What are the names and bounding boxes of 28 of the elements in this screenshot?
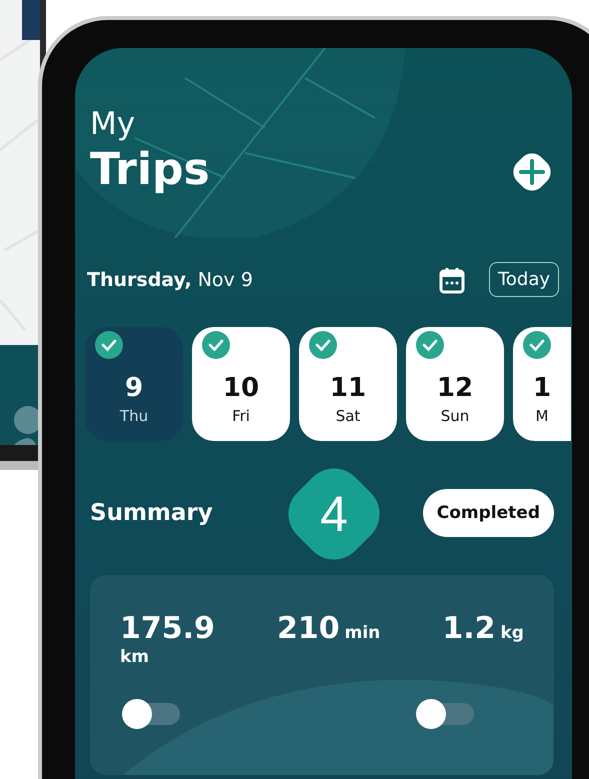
weekday-label: Thu — [120, 406, 148, 427]
stat-unit: kg — [500, 623, 524, 643]
date-label: Thursday, Nov 9 — [87, 268, 254, 290]
day-card[interactable]: 11 Sat — [299, 327, 397, 441]
day-number: 1 — [532, 372, 552, 405]
page-title: Trips — [90, 144, 210, 196]
weekday-label: Fri — [232, 406, 250, 427]
stat-value: 210 — [276, 611, 340, 647]
day-card[interactable]: 10 Fri — [192, 327, 290, 441]
day-card[interactable]: 1 M — [513, 327, 571, 441]
weekday-label: M — [536, 406, 548, 427]
weekday-label: Sat — [336, 406, 360, 427]
weekday-label: Sun — [440, 406, 470, 427]
stat-value: 175.9 — [120, 611, 215, 647]
day-number: 10 — [222, 372, 260, 405]
stat-unit: min — [344, 623, 380, 643]
section-title: Summary — [90, 500, 213, 526]
stat-unit: km — [120, 647, 150, 667]
today-button[interactable]: Today — [488, 262, 559, 297]
day-number: 12 — [436, 372, 474, 405]
stat-value: 1.2 — [442, 611, 496, 647]
day-card[interactable]: 12 Sun — [406, 327, 504, 441]
day-card[interactable]: 9 Thu — [85, 327, 183, 441]
day-number: 11 — [330, 372, 366, 405]
title-line: My — [90, 105, 136, 144]
filter-button[interactable]: Completed — [422, 489, 554, 537]
calendar-icon[interactable] — [438, 266, 465, 294]
day-number: 9 — [124, 372, 144, 405]
